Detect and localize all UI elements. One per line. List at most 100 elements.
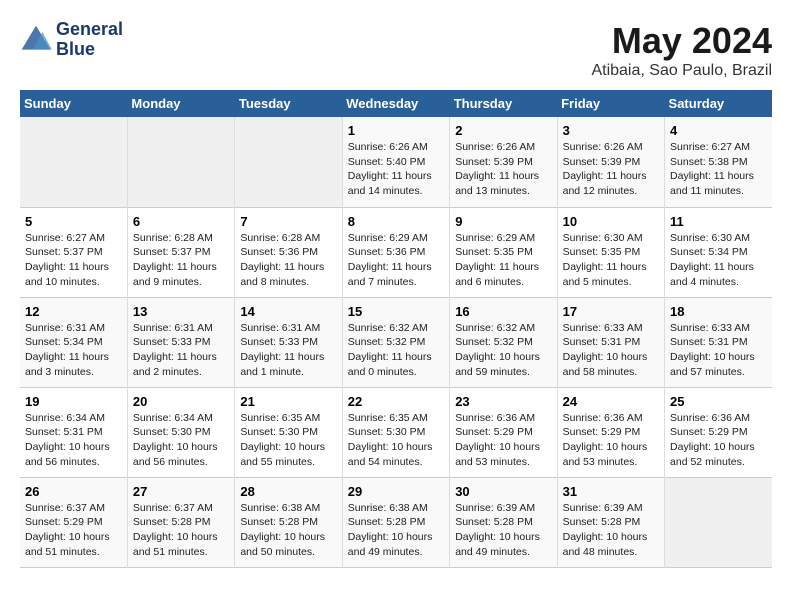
- day-number: 16: [455, 304, 551, 319]
- day-number: 13: [133, 304, 229, 319]
- calendar-cell: 9 Sunrise: 6:29 AM Sunset: 5:35 PM Daylig…: [450, 207, 557, 297]
- day-number: 26: [25, 484, 122, 499]
- day-number: 20: [133, 394, 229, 409]
- cell-content: Sunrise: 6:36 AM Sunset: 5:29 PM Dayligh…: [455, 411, 551, 470]
- day-number: 31: [563, 484, 659, 499]
- calendar-cell: 2 Sunrise: 6:26 AM Sunset: 5:39 PM Daylig…: [450, 117, 557, 207]
- calendar-cell: 21 Sunrise: 6:35 AM Sunset: 5:30 PM Dayli…: [235, 387, 342, 477]
- day-number: 6: [133, 214, 229, 229]
- cell-content: Sunrise: 6:38 AM Sunset: 5:28 PM Dayligh…: [348, 501, 444, 560]
- day-number: 4: [670, 123, 767, 138]
- calendar-cell: 31 Sunrise: 6:39 AM Sunset: 5:28 PM Dayli…: [557, 477, 664, 567]
- cell-content: Sunrise: 6:34 AM Sunset: 5:30 PM Dayligh…: [133, 411, 229, 470]
- calendar-cell: 26 Sunrise: 6:37 AM Sunset: 5:29 PM Dayli…: [20, 477, 127, 567]
- day-number: 25: [670, 394, 767, 409]
- day-number: 5: [25, 214, 122, 229]
- day-number: 28: [240, 484, 336, 499]
- calendar-week-row: 26 Sunrise: 6:37 AM Sunset: 5:29 PM Dayli…: [20, 477, 772, 567]
- cell-content: Sunrise: 6:26 AM Sunset: 5:39 PM Dayligh…: [455, 140, 551, 199]
- cell-content: Sunrise: 6:32 AM Sunset: 5:32 PM Dayligh…: [348, 321, 444, 380]
- calendar-cell: 12 Sunrise: 6:31 AM Sunset: 5:34 PM Dayli…: [20, 297, 127, 387]
- calendar-cell: 7Sunrise: 6:28 AM Sunset: 5:36 PM Daylig…: [235, 207, 342, 297]
- day-header-tuesday: Tuesday: [235, 90, 342, 117]
- day-number: 1: [348, 123, 444, 138]
- day-number: 19: [25, 394, 122, 409]
- cell-content: Sunrise: 6:27 AM Sunset: 5:38 PM Dayligh…: [670, 140, 767, 199]
- day-number: 12: [25, 304, 122, 319]
- calendar-cell: [20, 117, 127, 207]
- day-header-saturday: Saturday: [665, 90, 772, 117]
- cell-content: Sunrise: 6:31 AM Sunset: 5:34 PM Dayligh…: [25, 321, 122, 380]
- day-number: 14: [240, 304, 336, 319]
- cell-content: Sunrise: 6:29 AM Sunset: 5:36 PM Dayligh…: [348, 231, 444, 290]
- calendar-cell: 30Sunrise: 6:39 AM Sunset: 5:28 PM Dayli…: [450, 477, 557, 567]
- calendar-cell: 28Sunrise: 6:38 AM Sunset: 5:28 PM Dayli…: [235, 477, 342, 567]
- day-number: 9: [455, 214, 551, 229]
- calendar-week-row: 1Sunrise: 6:26 AM Sunset: 5:40 PM Daylig…: [20, 117, 772, 207]
- cell-content: Sunrise: 6:34 AM Sunset: 5:31 PM Dayligh…: [25, 411, 122, 470]
- calendar-cell: 8 Sunrise: 6:29 AM Sunset: 5:36 PM Daylig…: [342, 207, 449, 297]
- cell-content: Sunrise: 6:33 AM Sunset: 5:31 PM Dayligh…: [563, 321, 659, 380]
- calendar-cell: 27Sunrise: 6:37 AM Sunset: 5:28 PM Dayli…: [127, 477, 234, 567]
- title-block: May 2024 Atibaia, Sao Paulo, Brazil: [591, 20, 772, 80]
- day-number: 21: [240, 394, 336, 409]
- day-header-thursday: Thursday: [450, 90, 557, 117]
- calendar-cell: 5Sunrise: 6:27 AM Sunset: 5:37 PM Daylig…: [20, 207, 127, 297]
- calendar-cell: 17 Sunrise: 6:33 AM Sunset: 5:31 PM Dayli…: [557, 297, 664, 387]
- page-header: General Blue May 2024 Atibaia, Sao Paulo…: [20, 20, 772, 80]
- calendar-table: SundayMondayTuesdayWednesdayThursdayFrid…: [20, 90, 772, 568]
- logo-text: General Blue: [56, 20, 123, 60]
- day-number: 27: [133, 484, 229, 499]
- cell-content: Sunrise: 6:31 AM Sunset: 5:33 PM Dayligh…: [240, 321, 336, 380]
- calendar-week-row: 12 Sunrise: 6:31 AM Sunset: 5:34 PM Dayli…: [20, 297, 772, 387]
- cell-content: Sunrise: 6:30 AM Sunset: 5:35 PM Dayligh…: [563, 231, 659, 290]
- cell-content: Sunrise: 6:31 AM Sunset: 5:33 PM Dayligh…: [133, 321, 229, 380]
- calendar-cell: 16Sunrise: 6:32 AM Sunset: 5:32 PM Dayli…: [450, 297, 557, 387]
- calendar-cell: 13 Sunrise: 6:31 AM Sunset: 5:33 PM Dayli…: [127, 297, 234, 387]
- day-number: 23: [455, 394, 551, 409]
- day-number: 8: [348, 214, 444, 229]
- calendar-cell: 4 Sunrise: 6:27 AM Sunset: 5:38 PM Daylig…: [665, 117, 772, 207]
- day-header-wednesday: Wednesday: [342, 90, 449, 117]
- day-header-sunday: Sunday: [20, 90, 127, 117]
- cell-content: Sunrise: 6:33 AM Sunset: 5:31 PM Dayligh…: [670, 321, 767, 380]
- day-number: 11: [670, 214, 767, 229]
- calendar-week-row: 19 Sunrise: 6:34 AM Sunset: 5:31 PM Dayli…: [20, 387, 772, 477]
- calendar-cell: [127, 117, 234, 207]
- calendar-cell: 20 Sunrise: 6:34 AM Sunset: 5:30 PM Dayli…: [127, 387, 234, 477]
- days-header-row: SundayMondayTuesdayWednesdayThursdayFrid…: [20, 90, 772, 117]
- day-number: 24: [563, 394, 659, 409]
- day-number: 10: [563, 214, 659, 229]
- cell-content: Sunrise: 6:37 AM Sunset: 5:29 PM Dayligh…: [25, 501, 122, 560]
- calendar-week-row: 5Sunrise: 6:27 AM Sunset: 5:37 PM Daylig…: [20, 207, 772, 297]
- day-number: 18: [670, 304, 767, 319]
- calendar-cell: 14 Sunrise: 6:31 AM Sunset: 5:33 PM Dayli…: [235, 297, 342, 387]
- calendar-cell: 19 Sunrise: 6:34 AM Sunset: 5:31 PM Dayli…: [20, 387, 127, 477]
- day-number: 15: [348, 304, 444, 319]
- day-number: 3: [563, 123, 659, 138]
- cell-content: Sunrise: 6:26 AM Sunset: 5:39 PM Dayligh…: [563, 140, 659, 199]
- day-number: 22: [348, 394, 444, 409]
- day-number: 17: [563, 304, 659, 319]
- cell-content: Sunrise: 6:39 AM Sunset: 5:28 PM Dayligh…: [563, 501, 659, 560]
- logo-icon: [20, 24, 52, 56]
- calendar-cell: 25Sunrise: 6:36 AM Sunset: 5:29 PM Dayli…: [665, 387, 772, 477]
- calendar-cell: 6 Sunrise: 6:28 AM Sunset: 5:37 PM Daylig…: [127, 207, 234, 297]
- cell-content: Sunrise: 6:30 AM Sunset: 5:34 PM Dayligh…: [670, 231, 767, 290]
- cell-content: Sunrise: 6:28 AM Sunset: 5:37 PM Dayligh…: [133, 231, 229, 290]
- cell-content: Sunrise: 6:28 AM Sunset: 5:36 PM Dayligh…: [240, 231, 336, 290]
- calendar-cell: 22Sunrise: 6:35 AM Sunset: 5:30 PM Dayli…: [342, 387, 449, 477]
- cell-content: Sunrise: 6:35 AM Sunset: 5:30 PM Dayligh…: [240, 411, 336, 470]
- calendar-cell: 1Sunrise: 6:26 AM Sunset: 5:40 PM Daylig…: [342, 117, 449, 207]
- day-header-monday: Monday: [127, 90, 234, 117]
- calendar-cell: 15 Sunrise: 6:32 AM Sunset: 5:32 PM Dayli…: [342, 297, 449, 387]
- cell-content: Sunrise: 6:29 AM Sunset: 5:35 PM Dayligh…: [455, 231, 551, 290]
- cell-content: Sunrise: 6:39 AM Sunset: 5:28 PM Dayligh…: [455, 501, 551, 560]
- calendar-cell: 10 Sunrise: 6:30 AM Sunset: 5:35 PM Dayli…: [557, 207, 664, 297]
- calendar-cell: 23 Sunrise: 6:36 AM Sunset: 5:29 PM Dayli…: [450, 387, 557, 477]
- calendar-cell: 18 Sunrise: 6:33 AM Sunset: 5:31 PM Dayli…: [665, 297, 772, 387]
- calendar-cell: 24Sunrise: 6:36 AM Sunset: 5:29 PM Dayli…: [557, 387, 664, 477]
- day-number: 2: [455, 123, 551, 138]
- month-title: May 2024: [591, 20, 772, 62]
- calendar-cell: 3 Sunrise: 6:26 AM Sunset: 5:39 PM Daylig…: [557, 117, 664, 207]
